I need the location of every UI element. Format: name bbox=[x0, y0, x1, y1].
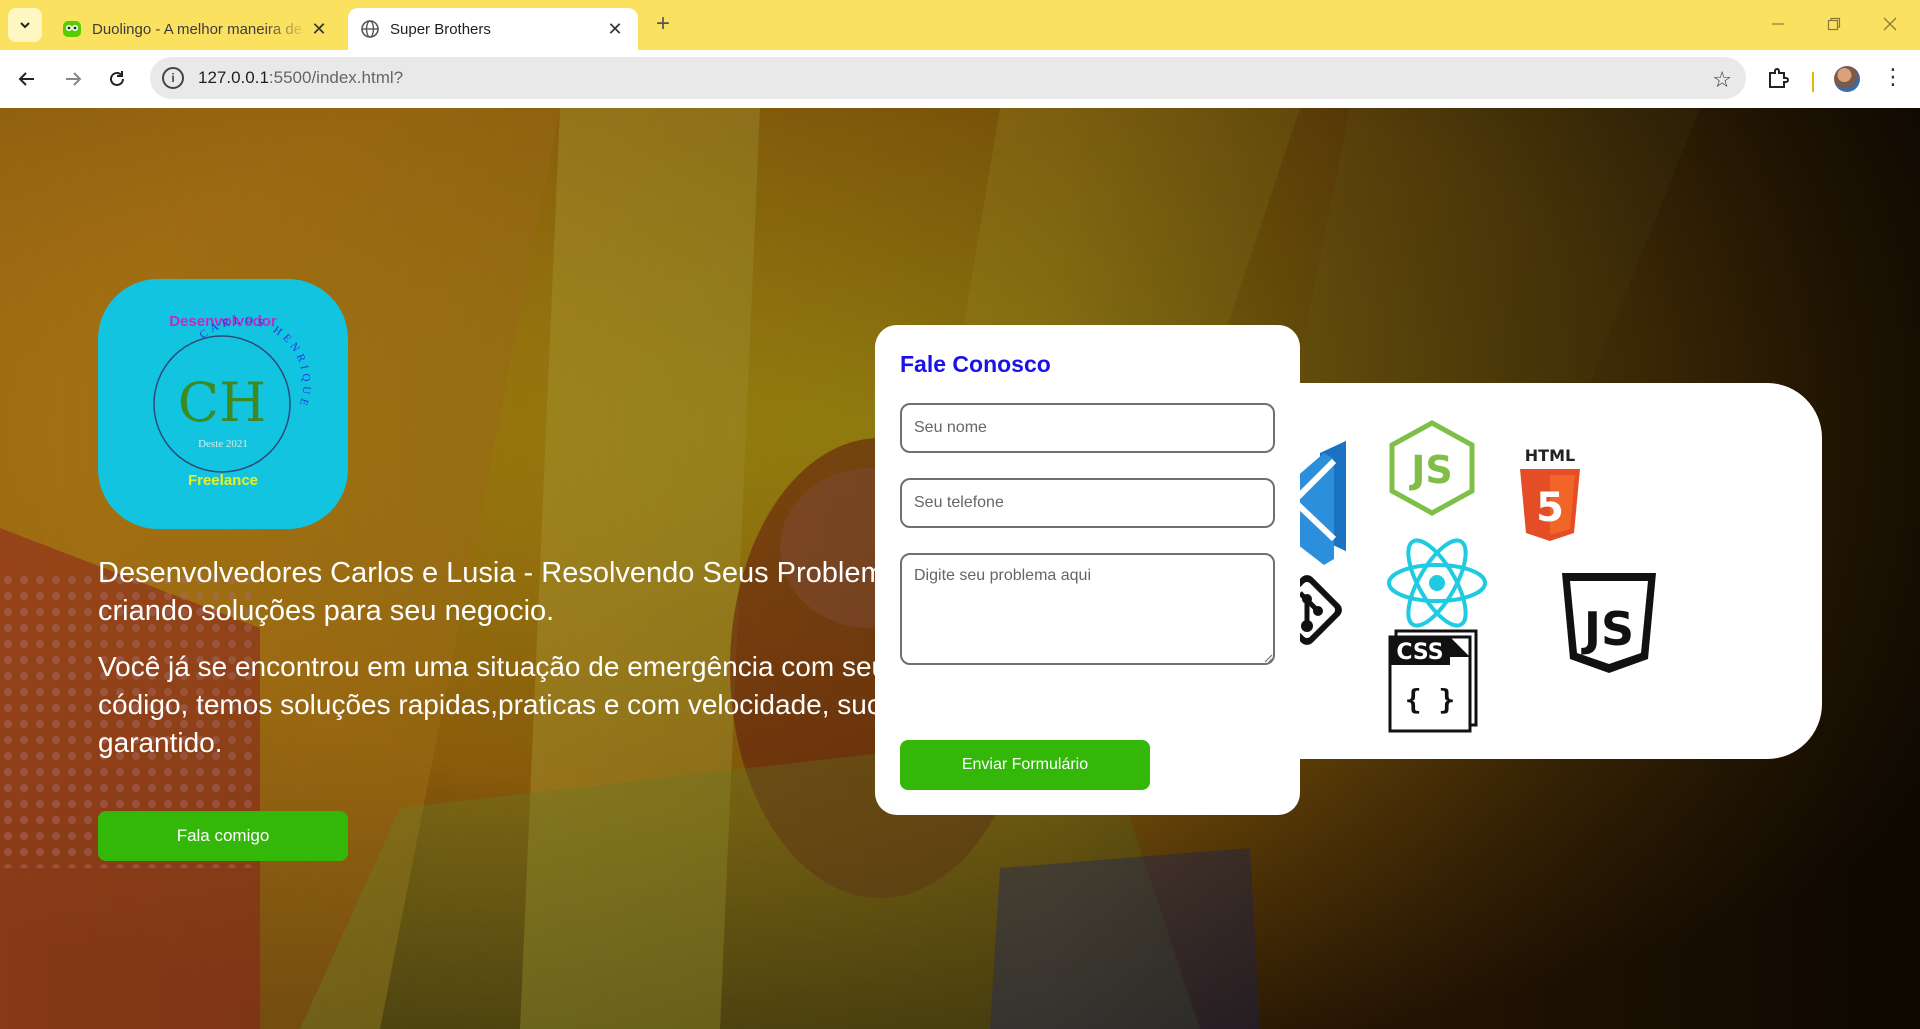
brand-logo: Desenvolvedor CARLOS HENRIQUE CH Deste 2… bbox=[98, 279, 348, 529]
restore-button[interactable] bbox=[1814, 8, 1854, 40]
close-icon[interactable]: ✕ bbox=[308, 18, 330, 40]
arrow-right-icon bbox=[66, 72, 82, 86]
tab-title: Duolingo - A melhor maneira de aprender … bbox=[92, 20, 308, 38]
contact-form: Fale Conosco Enviar Formulário bbox=[875, 325, 1300, 815]
hero-subline: Você já se encontrou em uma situação de … bbox=[98, 651, 878, 758]
tab-super-brothers[interactable]: Super Brothers ✕ bbox=[348, 8, 638, 50]
new-tab-button[interactable]: + bbox=[650, 12, 676, 38]
duolingo-owl-icon bbox=[63, 21, 81, 37]
resize-grip-icon[interactable] bbox=[1263, 653, 1273, 663]
close-window-button[interactable] bbox=[1870, 8, 1910, 40]
reload-button[interactable] bbox=[100, 62, 134, 96]
form-title: Fale Conosco bbox=[900, 351, 1051, 377]
svg-text:Deste 2021: Deste 2021 bbox=[198, 438, 248, 450]
page-viewport: Desenvolvedor CARLOS HENRIQUE CH Deste 2… bbox=[0, 108, 1920, 1029]
react-icon bbox=[1387, 538, 1487, 628]
toolbar-divider bbox=[1812, 72, 1814, 92]
restore-icon bbox=[1827, 17, 1841, 31]
extensions-icon[interactable] bbox=[1766, 66, 1790, 90]
hero-headline: Desenvolvedores Carlos e Lusia - Resolve… bbox=[98, 557, 878, 627]
nodejs-icon: JS bbox=[1389, 420, 1475, 516]
back-button[interactable] bbox=[10, 62, 44, 96]
tab-title: Super Brothers bbox=[390, 20, 491, 38]
tech-icons-panel: JS HTML 5 CSS {} JS bbox=[1250, 383, 1822, 759]
url-text: 127.0.0.1:5500/index.html? bbox=[198, 68, 404, 87]
contact-cta-button[interactable]: Fala comigo bbox=[98, 811, 348, 861]
arrow-left-icon bbox=[18, 72, 34, 86]
svg-text:Freelance: Freelance bbox=[188, 472, 258, 489]
phone-input[interactable] bbox=[900, 478, 1275, 528]
name-input[interactable] bbox=[900, 403, 1275, 453]
close-icon[interactable]: ✕ bbox=[604, 18, 626, 40]
browser-toolbar: i 127.0.0.1:5500/index.html? ☆ ⋮ bbox=[0, 50, 1920, 108]
logo-emblem: Desenvolvedor CARLOS HENRIQUE CH Deste 2… bbox=[153, 313, 308, 489]
svg-text:CH: CH bbox=[178, 371, 266, 434]
css-icon: CSS { } bbox=[1388, 629, 1478, 733]
forward-button[interactable] bbox=[56, 62, 90, 96]
profile-avatar[interactable] bbox=[1834, 66, 1860, 92]
svg-text:JS: JS bbox=[1408, 448, 1453, 492]
svg-text:{ }: { } bbox=[1405, 683, 1456, 716]
svg-text:HTML: HTML bbox=[1525, 446, 1575, 465]
browser-tab-bar: Duolingo - A melhor maneira de aprender … bbox=[0, 0, 1920, 50]
close-icon bbox=[1883, 17, 1897, 31]
more-menu-icon[interactable]: ⋮ bbox=[1882, 64, 1904, 90]
tab-duolingo[interactable]: Duolingo - A melhor maneira de aprender … bbox=[50, 8, 342, 50]
minimize-button[interactable] bbox=[1758, 8, 1798, 40]
minimize-icon bbox=[1772, 23, 1784, 25]
address-bar[interactable]: i 127.0.0.1:5500/index.html? ☆ bbox=[150, 57, 1746, 99]
svg-text:5: 5 bbox=[1536, 485, 1564, 531]
site-info-icon[interactable]: i bbox=[162, 67, 184, 89]
chevron-down-icon bbox=[20, 22, 30, 29]
bookmark-star-icon[interactable]: ☆ bbox=[1712, 67, 1732, 93]
svg-text:CSS: CSS bbox=[1396, 640, 1443, 665]
svg-text:JS: JS bbox=[1581, 602, 1634, 656]
html5-icon: HTML 5 bbox=[1520, 446, 1580, 541]
tab-search-button[interactable] bbox=[8, 8, 42, 42]
reload-icon bbox=[110, 71, 124, 86]
message-textarea[interactable] bbox=[900, 553, 1275, 665]
javascript-icon: JS bbox=[1562, 573, 1656, 673]
globe-icon bbox=[361, 20, 379, 38]
submit-form-button[interactable]: Enviar Formulário bbox=[900, 740, 1150, 790]
